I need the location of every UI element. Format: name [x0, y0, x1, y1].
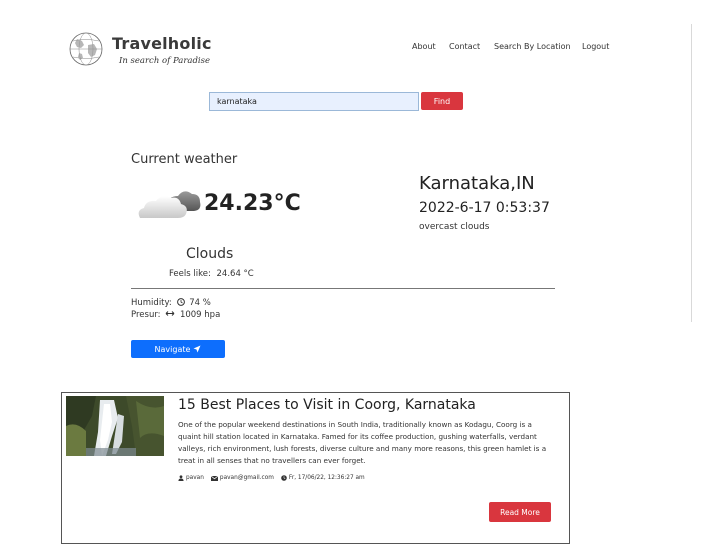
feels-like-value: 24.64 °C [216, 269, 254, 279]
current-weather-heading: Current weather [131, 152, 238, 167]
user-icon [178, 475, 184, 481]
article-thumbnail[interactable] [66, 396, 164, 456]
article-excerpt: One of the popular weekend destinations … [178, 420, 547, 465]
brand-logo[interactable]: Travelholic In search of Paradise [67, 31, 212, 71]
brand-tagline: In search of Paradise [119, 56, 211, 66]
article-title[interactable]: 15 Best Places to Visit in Coorg, Karnat… [178, 397, 476, 413]
location-datetime: 2022-6-17 0:53:37 [419, 200, 550, 216]
nav-about[interactable]: About [412, 42, 436, 51]
humidity-value: 74 % [189, 298, 211, 308]
nav-logout[interactable]: Logout [582, 42, 609, 51]
temperature: 24.23°C [204, 191, 301, 216]
clock-icon [281, 475, 287, 481]
weather-condition: Clouds [186, 246, 234, 262]
humidity-row: Humidity: 74 % [131, 298, 211, 308]
page-scroll-edge [691, 24, 692, 322]
location-name: Karnataka,IN [419, 173, 535, 194]
nav-contact[interactable]: Contact [449, 42, 480, 51]
cloud-icon [138, 191, 201, 218]
article-card: 15 Best Places to Visit in Coorg, Karnat… [61, 392, 570, 544]
pressure-row: Presur: 1009 hpa [131, 310, 220, 320]
envelope-icon [210, 475, 218, 481]
globe-icon [69, 32, 103, 66]
article-date: Fr, 17/06/22, 12:36:27 am [281, 475, 365, 481]
find-button[interactable]: Find [421, 92, 463, 110]
article-email-text: pavan@gmail.com [219, 475, 274, 481]
feels-like-label: Feels like: [169, 269, 211, 279]
search-input[interactable] [209, 92, 419, 111]
article-author: pavan [178, 475, 204, 481]
pressure-value: 1009 hpa [179, 310, 221, 320]
article-email: pavan@gmail.com [210, 475, 274, 481]
navigate-button[interactable]: Navigate [131, 340, 225, 358]
weather-divider [131, 288, 555, 289]
article-date-text: Fr, 17/06/22, 12:36:27 am [288, 475, 365, 481]
humidity-label: Humidity: [131, 298, 172, 308]
article-meta: pavan pavan@gmail.com Fr, 17/06/22, 12:3… [178, 475, 365, 481]
location-arrow-icon [193, 345, 201, 353]
navigate-label: Navigate [154, 344, 191, 354]
feels-like: Feels like: 24.64 °C [169, 269, 254, 279]
nav-search-by-location[interactable]: Search By Location [494, 42, 571, 51]
weather-description: overcast clouds [419, 222, 490, 232]
tint-icon [176, 298, 185, 306]
arrows-horizontal-icon [165, 311, 175, 316]
pressure-label: Presur: [131, 310, 161, 320]
article-author-name: pavan [186, 475, 204, 481]
brand-name: Travelholic [112, 34, 212, 53]
read-more-button[interactable]: Read More [489, 502, 551, 522]
